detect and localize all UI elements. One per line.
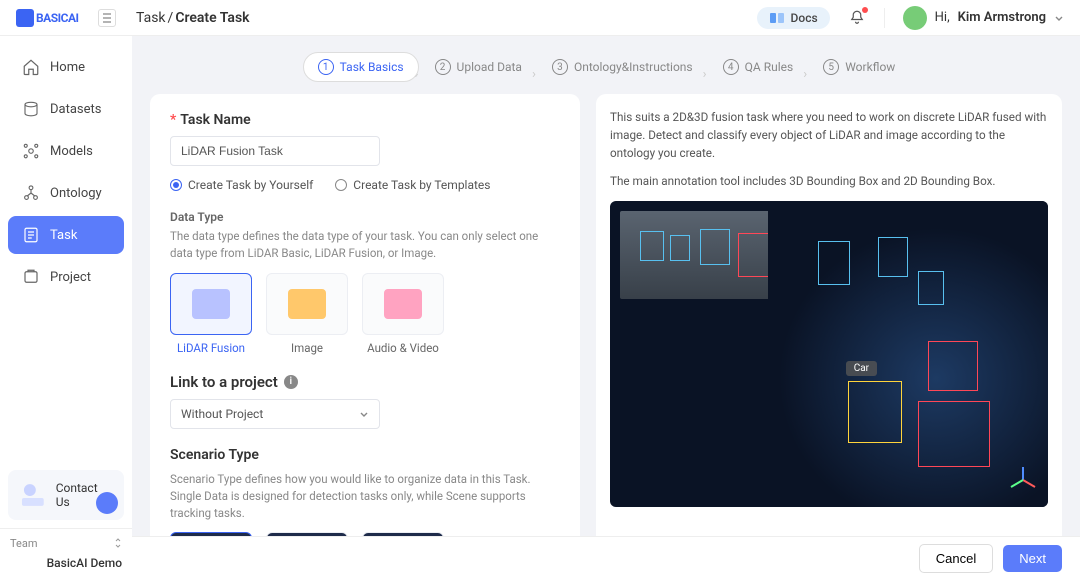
sidebar-item-label: Ontology — [50, 186, 102, 201]
avatar — [903, 6, 927, 30]
task-name-input[interactable] — [170, 136, 380, 166]
scenario-help: Scenario Type defines how you would like… — [170, 471, 560, 523]
task-icon — [22, 226, 40, 244]
contact-illustration-icon — [18, 480, 48, 510]
sidebar-item-project[interactable]: Project — [8, 258, 124, 296]
sidebar-item-home[interactable]: Home — [8, 48, 124, 86]
step-workflow[interactable]: 5Workflow — [809, 53, 909, 81]
sidebar-item-datasets[interactable]: Datasets — [8, 90, 124, 128]
sidebar-collapse-button[interactable] — [98, 9, 116, 27]
chevron-down-icon — [1054, 13, 1064, 23]
sidebar-item-models[interactable]: Models — [8, 132, 124, 170]
step-upload-data[interactable]: 2Upload Data — [421, 53, 536, 81]
logo[interactable]: BASICAI — [16, 9, 86, 27]
step-qa-rules[interactable]: 4QA Rules — [709, 53, 808, 81]
datasets-icon — [22, 100, 40, 118]
step-ontology-instructions[interactable]: 3Ontology&Instructions — [538, 53, 707, 81]
home-icon — [22, 58, 40, 76]
content-area: 1Task Basics › 2Upload Data › 3Ontology&… — [132, 36, 1080, 536]
link-project-title: Link to a project i — [170, 373, 560, 391]
task-name-label: *Task Name — [170, 112, 560, 128]
header: BASICAI Task/Create Task Docs Hi, Kim Ar… — [0, 0, 1080, 36]
data-type-help: The data type defines the data type of y… — [170, 228, 560, 263]
preview-description-2: The main annotation tool includes 3D Bou… — [610, 172, 1048, 190]
breadcrumb-root[interactable]: Task — [136, 10, 166, 26]
sidebar-item-label: Models — [50, 144, 93, 159]
docs-icon — [769, 12, 785, 24]
form-panel: *Task Name Create Task by Yourself Creat… — [150, 94, 580, 536]
sidebar-item-ontology[interactable]: Ontology — [8, 174, 124, 212]
user-menu[interactable]: Hi, Kim Armstrong — [903, 6, 1064, 30]
ontology-icon — [22, 184, 40, 202]
cancel-button[interactable]: Cancel — [919, 544, 993, 573]
folder-icon — [288, 289, 326, 319]
axis-gizmo-icon — [1008, 465, 1038, 495]
sidebar: Home Datasets Models Ontology Task Proje… — [0, 36, 132, 580]
chat-icon — [96, 492, 118, 514]
next-button[interactable]: Next — [1003, 545, 1062, 572]
folder-icon — [192, 289, 230, 319]
chevron-down-icon — [359, 409, 369, 419]
radio-create-self[interactable]: Create Task by Yourself — [170, 178, 313, 192]
sort-icon — [114, 537, 122, 549]
contact-us-card[interactable]: Contact Us — [8, 470, 124, 520]
step-task-basics[interactable]: 1Task Basics — [303, 52, 419, 82]
sidebar-item-label: Datasets — [50, 102, 102, 117]
preview-image: Car — [610, 201, 1048, 507]
breadcrumb: Task/Create Task — [136, 10, 250, 26]
models-icon — [22, 142, 40, 160]
data-type-audio-video[interactable]: Audio & Video — [362, 273, 444, 355]
data-type-image[interactable]: Image — [266, 273, 348, 355]
info-icon[interactable]: i — [284, 375, 298, 389]
team-name: BasicAI Demo — [0, 554, 132, 580]
sidebar-item-label: Task — [50, 228, 77, 243]
data-type-heading: Data Type — [170, 210, 560, 224]
project-icon — [22, 268, 40, 286]
data-type-lidar-fusion[interactable]: LiDAR Fusion — [170, 273, 252, 355]
footer: Cancel Next — [132, 536, 1080, 580]
preview-label-tag: Car — [846, 361, 877, 376]
notification-dot — [862, 7, 868, 13]
breadcrumb-current: Create Task — [175, 10, 249, 26]
team-selector[interactable]: Team — [0, 528, 132, 554]
preview-description-1: This suits a 2D&3D fusion task where you… — [610, 108, 1048, 162]
notifications-button[interactable] — [848, 9, 866, 27]
sidebar-item-label: Project — [50, 270, 91, 285]
sidebar-item-label: Home — [50, 60, 85, 75]
folder-icon — [384, 289, 422, 319]
docs-button[interactable]: Docs — [757, 7, 830, 29]
sidebar-item-task[interactable]: Task — [8, 216, 124, 254]
link-project-select[interactable]: Without Project — [170, 399, 380, 429]
radio-create-template[interactable]: Create Task by Templates — [335, 178, 490, 192]
stepper: 1Task Basics › 2Upload Data › 3Ontology&… — [132, 36, 1080, 94]
scenario-title: Scenario Type — [170, 447, 560, 463]
preview-panel: This suits a 2D&3D fusion task where you… — [596, 94, 1062, 536]
